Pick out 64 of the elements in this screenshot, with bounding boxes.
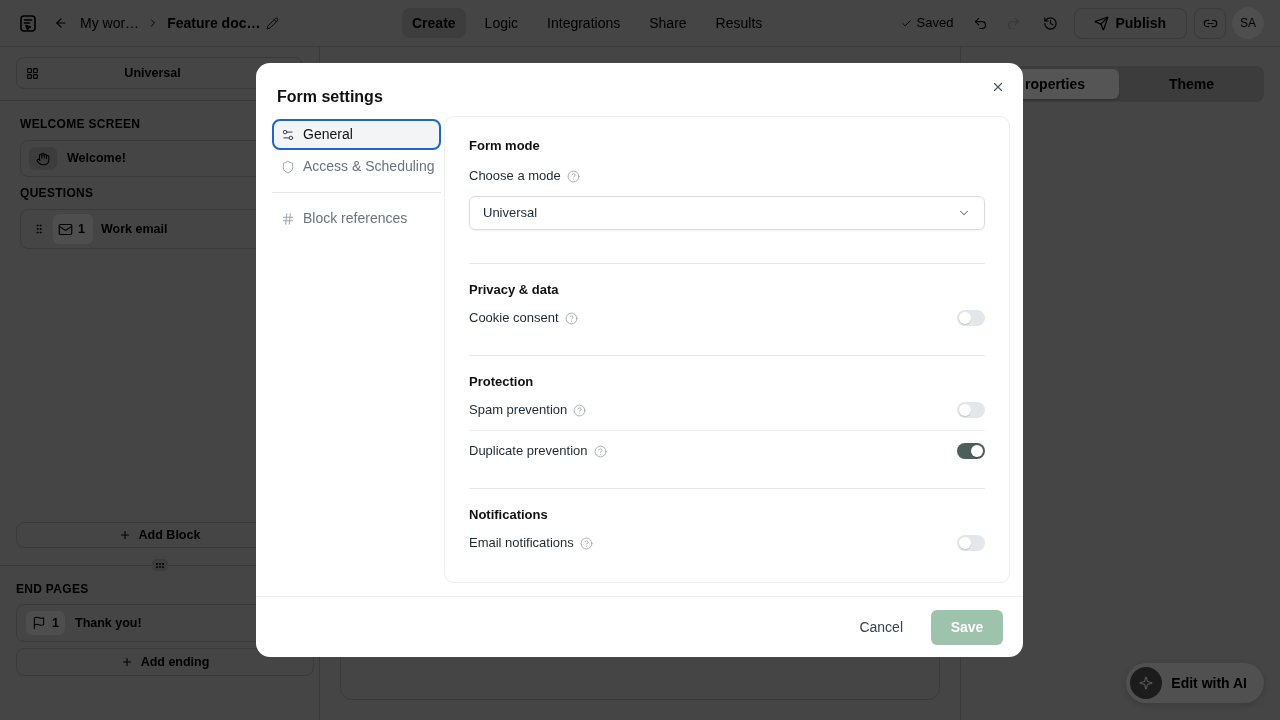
help-icon[interactable] [593,444,607,458]
sliders-icon [281,127,295,142]
dialog-title: Form settings [277,87,383,107]
setting-label: Cookie consent [469,309,559,328]
toggle-switch[interactable] [957,310,985,326]
publish-button[interactable]: Publish [1074,7,1187,39]
item-label: Thank you! [75,614,142,632]
toggle-switch[interactable] [957,443,985,459]
question-number: 1 [78,220,85,238]
close-icon[interactable] [991,80,1005,94]
end-page-number: 1 [52,614,59,632]
toggle-switch[interactable] [957,402,985,418]
item-label: Welcome! [67,150,126,168]
save-status: Saved [916,14,954,33]
edit-with-ai-button[interactable]: Edit with AI [1126,663,1264,703]
nav-tab[interactable]: Results [705,8,773,38]
check-icon [900,17,912,29]
copy-link-button[interactable] [1194,7,1226,39]
help-icon[interactable] [564,311,578,325]
breadcrumb-link[interactable]: My wor… [80,12,140,34]
nav-tab[interactable]: Share [639,8,697,38]
help-icon[interactable] [573,403,587,417]
section-heading: QUESTIONS [20,185,95,201]
hash-icon [281,211,295,226]
field-label: Choose a mode [469,167,561,186]
drag-handle-icon[interactable] [33,223,45,235]
send-icon [1094,15,1110,31]
document-icon[interactable] [20,14,36,32]
settings-nav-item[interactable]: General [272,119,441,150]
nav-tab[interactable]: Integrations [537,8,631,38]
section-heading: WELCOME SCREEN [20,116,142,132]
user-avatar[interactable]: SA [1232,7,1264,39]
toggle-switch[interactable] [957,535,985,551]
plus-icon [120,656,133,668]
nav-tab[interactable]: Create [402,8,466,38]
undo-icon[interactable] [973,15,989,31]
select-value: Universal [483,204,538,223]
sparkle-icon [1130,667,1163,699]
cancel-button[interactable]: Cancel [845,609,917,645]
section-title: Protection [469,373,535,391]
setting-label: Duplicate prevention [469,442,588,461]
section-heading: END PAGES [16,581,90,597]
history-icon[interactable] [1043,15,1059,31]
help-icon[interactable] [566,169,580,183]
shield-icon [281,159,295,174]
setting-label: Spam prevention [469,401,568,420]
flag-icon [32,616,46,630]
pencil-icon[interactable] [266,16,280,30]
mode-label: Universal [123,64,182,82]
section-title: Privacy & data [469,281,560,299]
nav-tab[interactable]: Logic [474,8,529,38]
item-label: Work email [101,220,168,238]
panel-tab[interactable]: Theme [1122,69,1261,99]
mode-select[interactable]: Universal [469,196,985,230]
section-title: Form mode [469,137,541,155]
setting-label: Email notifications [469,534,574,553]
resize-handle[interactable] [152,559,168,571]
form-title[interactable]: Feature doc… [167,12,261,34]
section-title: Notifications [469,506,549,524]
grid-icon [26,66,39,80]
plus-icon [118,529,131,541]
hand-icon [29,147,57,170]
help-icon[interactable] [579,536,593,550]
envelope-icon [58,221,73,237]
